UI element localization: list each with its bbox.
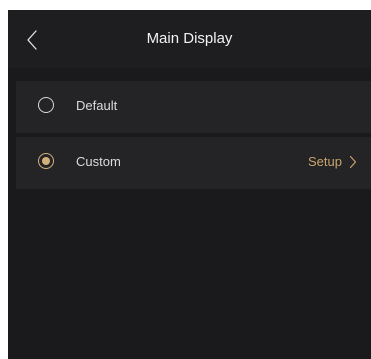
option-default-label: Default xyxy=(76,98,118,113)
option-custom[interactable]: Custom Setup xyxy=(16,137,371,189)
setup-link[interactable]: Setup xyxy=(308,154,357,170)
main-display-screen: Main Display Default Custom Setup xyxy=(8,10,371,359)
page-title: Main Display xyxy=(146,30,233,47)
radio-selected-dot xyxy=(41,156,50,165)
header-bar: Main Display xyxy=(8,10,371,68)
radio-custom[interactable] xyxy=(38,153,54,169)
radio-default[interactable] xyxy=(38,97,54,113)
chevron-right-icon xyxy=(349,155,357,169)
setup-label: Setup xyxy=(308,154,342,169)
option-custom-label: Custom xyxy=(76,154,121,169)
option-default[interactable]: Default xyxy=(16,81,371,133)
